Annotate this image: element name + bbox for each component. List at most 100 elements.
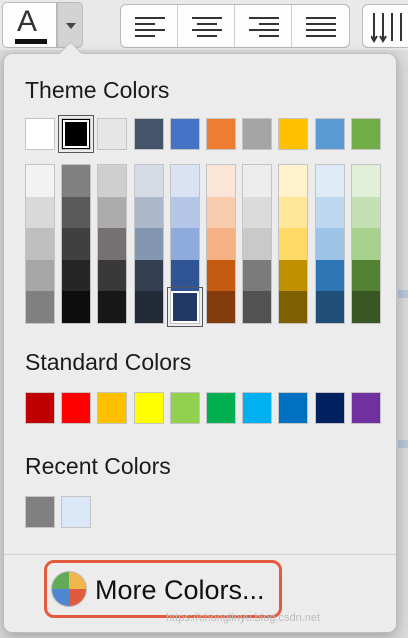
font-color-bar — [15, 39, 47, 44]
tint-swatch[interactable] — [98, 165, 126, 197]
tint-swatch[interactable] — [171, 165, 199, 197]
tint-swatch[interactable] — [171, 228, 199, 261]
standard-color-swatch[interactable] — [97, 392, 127, 424]
tint-swatch[interactable] — [243, 291, 271, 324]
align-center-button[interactable] — [178, 5, 235, 47]
standard-color-swatch[interactable] — [242, 392, 272, 424]
tint-swatch[interactable] — [207, 259, 235, 292]
standard-colors-title: Standard Colors — [25, 349, 192, 375]
tint-swatch[interactable] — [352, 291, 380, 324]
standard-color-swatch[interactable] — [206, 392, 236, 424]
theme-color-swatch[interactable] — [206, 118, 236, 150]
tint-column — [315, 164, 345, 324]
tint-swatch[interactable] — [135, 259, 163, 292]
theme-color-swatch[interactable] — [315, 118, 345, 150]
chevron-down-icon — [66, 23, 76, 29]
standard-color-swatch[interactable] — [25, 392, 55, 424]
tint-swatch[interactable] — [98, 259, 126, 292]
more-colors-button[interactable]: More Colors... — [44, 560, 282, 618]
tint-swatch[interactable] — [316, 291, 344, 324]
align-left-icon — [135, 17, 165, 37]
line-spacing-icon — [371, 13, 402, 43]
tint-swatch[interactable] — [62, 291, 90, 324]
theme-color-swatch[interactable] — [25, 118, 55, 150]
tint-swatch[interactable] — [207, 291, 235, 324]
tint-swatch[interactable] — [352, 259, 380, 292]
tint-swatch[interactable] — [279, 165, 307, 197]
standard-color-swatch[interactable] — [278, 392, 308, 424]
tint-swatch[interactable] — [279, 196, 307, 229]
tint-swatch[interactable] — [135, 291, 163, 324]
tint-swatch[interactable] — [98, 291, 126, 324]
standard-color-swatch[interactable] — [61, 392, 91, 424]
tint-swatch[interactable] — [243, 196, 271, 229]
standard-color-swatch[interactable] — [170, 392, 200, 424]
tint-swatch[interactable] — [243, 228, 271, 261]
alignment-group — [120, 4, 350, 48]
align-left-button[interactable] — [121, 5, 178, 47]
align-right-icon — [249, 17, 279, 37]
tint-swatch[interactable] — [98, 196, 126, 229]
tint-swatch[interactable] — [352, 228, 380, 261]
tint-swatch[interactable] — [171, 196, 199, 229]
align-center-icon — [192, 17, 222, 37]
watermark: https://chonglinyu.blog.csdn.net — [166, 612, 321, 624]
tint-swatch[interactable] — [352, 196, 380, 229]
recent-colors-row — [25, 496, 385, 528]
tint-swatch[interactable] — [98, 228, 126, 261]
tint-swatch[interactable] — [135, 196, 163, 229]
tint-swatch[interactable] — [279, 259, 307, 292]
tint-column — [167, 164, 203, 328]
font-color-button[interactable]: A — [2, 2, 57, 48]
standard-color-swatch[interactable] — [134, 392, 164, 424]
tint-swatch[interactable] — [207, 165, 235, 197]
theme-color-swatch[interactable] — [351, 118, 381, 150]
tint-swatch[interactable] — [279, 228, 307, 261]
tint-swatch[interactable] — [62, 228, 90, 261]
more-colors-label: More Colors... — [95, 575, 265, 605]
theme-color-swatch[interactable] — [278, 118, 308, 150]
standard-color-swatch[interactable] — [315, 392, 345, 424]
tint-swatch[interactable] — [243, 165, 271, 197]
tint-swatch[interactable] — [135, 165, 163, 197]
tint-swatch[interactable] — [352, 165, 380, 197]
align-right-button[interactable] — [235, 5, 292, 47]
tint-swatch[interactable] — [167, 287, 203, 328]
tint-swatch[interactable] — [62, 165, 90, 197]
theme-color-swatch[interactable] — [58, 115, 94, 153]
tint-swatch[interactable] — [207, 196, 235, 229]
tint-swatch[interactable] — [316, 196, 344, 229]
theme-color-swatch[interactable] — [134, 118, 164, 150]
tint-swatch[interactable] — [135, 228, 163, 261]
tint-swatch[interactable] — [207, 228, 235, 261]
recent-color-swatch[interactable] — [25, 496, 55, 528]
tint-swatch[interactable] — [316, 259, 344, 292]
tint-swatch[interactable] — [26, 165, 54, 197]
tint-column — [134, 164, 164, 324]
tint-swatch[interactable] — [279, 291, 307, 324]
theme-colors-title: Theme Colors — [25, 77, 170, 103]
tint-swatch[interactable] — [26, 196, 54, 229]
standard-colors-row — [25, 392, 385, 424]
standard-color-swatch[interactable] — [351, 392, 381, 424]
tint-swatch[interactable] — [62, 196, 90, 229]
tint-column — [206, 164, 236, 324]
tint-swatch[interactable] — [316, 228, 344, 261]
tint-swatch[interactable] — [26, 291, 54, 324]
tint-swatch[interactable] — [26, 228, 54, 261]
tint-swatch[interactable] — [62, 259, 90, 292]
font-color-glyph: A — [17, 5, 38, 38]
recent-color-swatch[interactable] — [61, 496, 91, 528]
tint-swatch[interactable] — [316, 165, 344, 197]
tint-swatch[interactable] — [26, 259, 54, 292]
divider — [4, 554, 396, 555]
theme-color-swatch[interactable] — [242, 118, 272, 150]
tint-column — [97, 164, 127, 324]
theme-color-swatch[interactable] — [170, 118, 200, 150]
tint-swatch[interactable] — [243, 259, 271, 292]
recent-colors-title: Recent Colors — [25, 453, 171, 479]
justify-button[interactable] — [292, 5, 349, 47]
line-spacing-button[interactable] — [362, 4, 408, 48]
theme-color-swatch[interactable] — [97, 118, 127, 150]
background-document-sliver — [398, 440, 408, 448]
